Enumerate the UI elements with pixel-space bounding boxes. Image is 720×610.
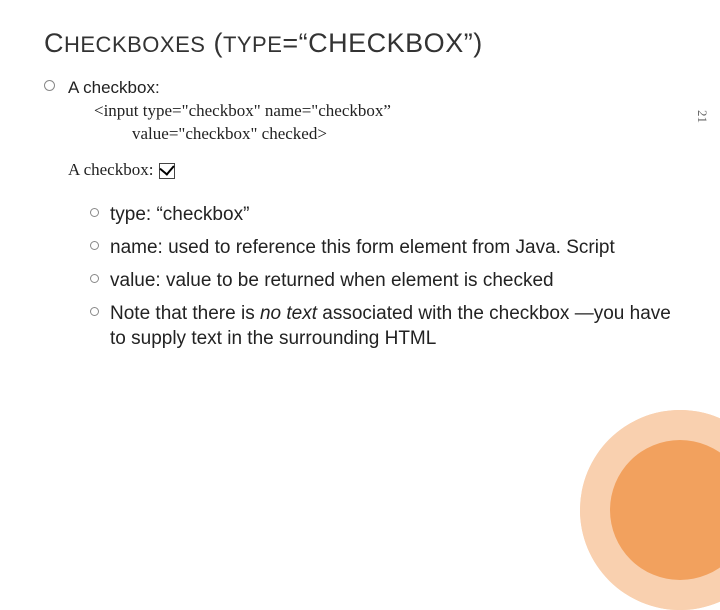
rendered-example: A checkbox: bbox=[68, 160, 676, 180]
list-item: name: used to reference this form elemen… bbox=[90, 235, 676, 260]
example-label: A checkbox: bbox=[68, 160, 153, 180]
list-item: type: “checkbox” bbox=[90, 202, 676, 227]
bullet-icon bbox=[44, 80, 55, 91]
bullet-icon bbox=[90, 241, 99, 250]
slide-title: CHECKBOXES (TYPE=“CHECKBOX”) bbox=[44, 28, 676, 59]
page-number: 21 bbox=[694, 110, 710, 123]
bullet-icon bbox=[90, 307, 99, 316]
code-line: <input type="checkbox" name="checkbox” bbox=[68, 100, 676, 123]
checkbox-icon bbox=[159, 163, 175, 179]
intro-label: A checkbox: bbox=[68, 77, 676, 100]
code-line: value="checkbox" checked> bbox=[68, 123, 676, 146]
code-sample: <input type="checkbox" name="checkbox” v… bbox=[68, 100, 676, 146]
attribute-list: type: “checkbox” name: used to reference… bbox=[90, 202, 676, 351]
decorative-circle bbox=[580, 410, 720, 610]
list-item: value: value to be returned when element… bbox=[90, 268, 676, 293]
bullet-icon bbox=[90, 274, 99, 283]
slide: CHECKBOXES (TYPE=“CHECKBOX”) A checkbox:… bbox=[0, 0, 720, 540]
bullet-icon bbox=[90, 208, 99, 217]
list-item: Note that there is no text associated wi… bbox=[90, 301, 676, 351]
intro-bullet: A checkbox: <input type="checkbox" name=… bbox=[44, 77, 676, 146]
